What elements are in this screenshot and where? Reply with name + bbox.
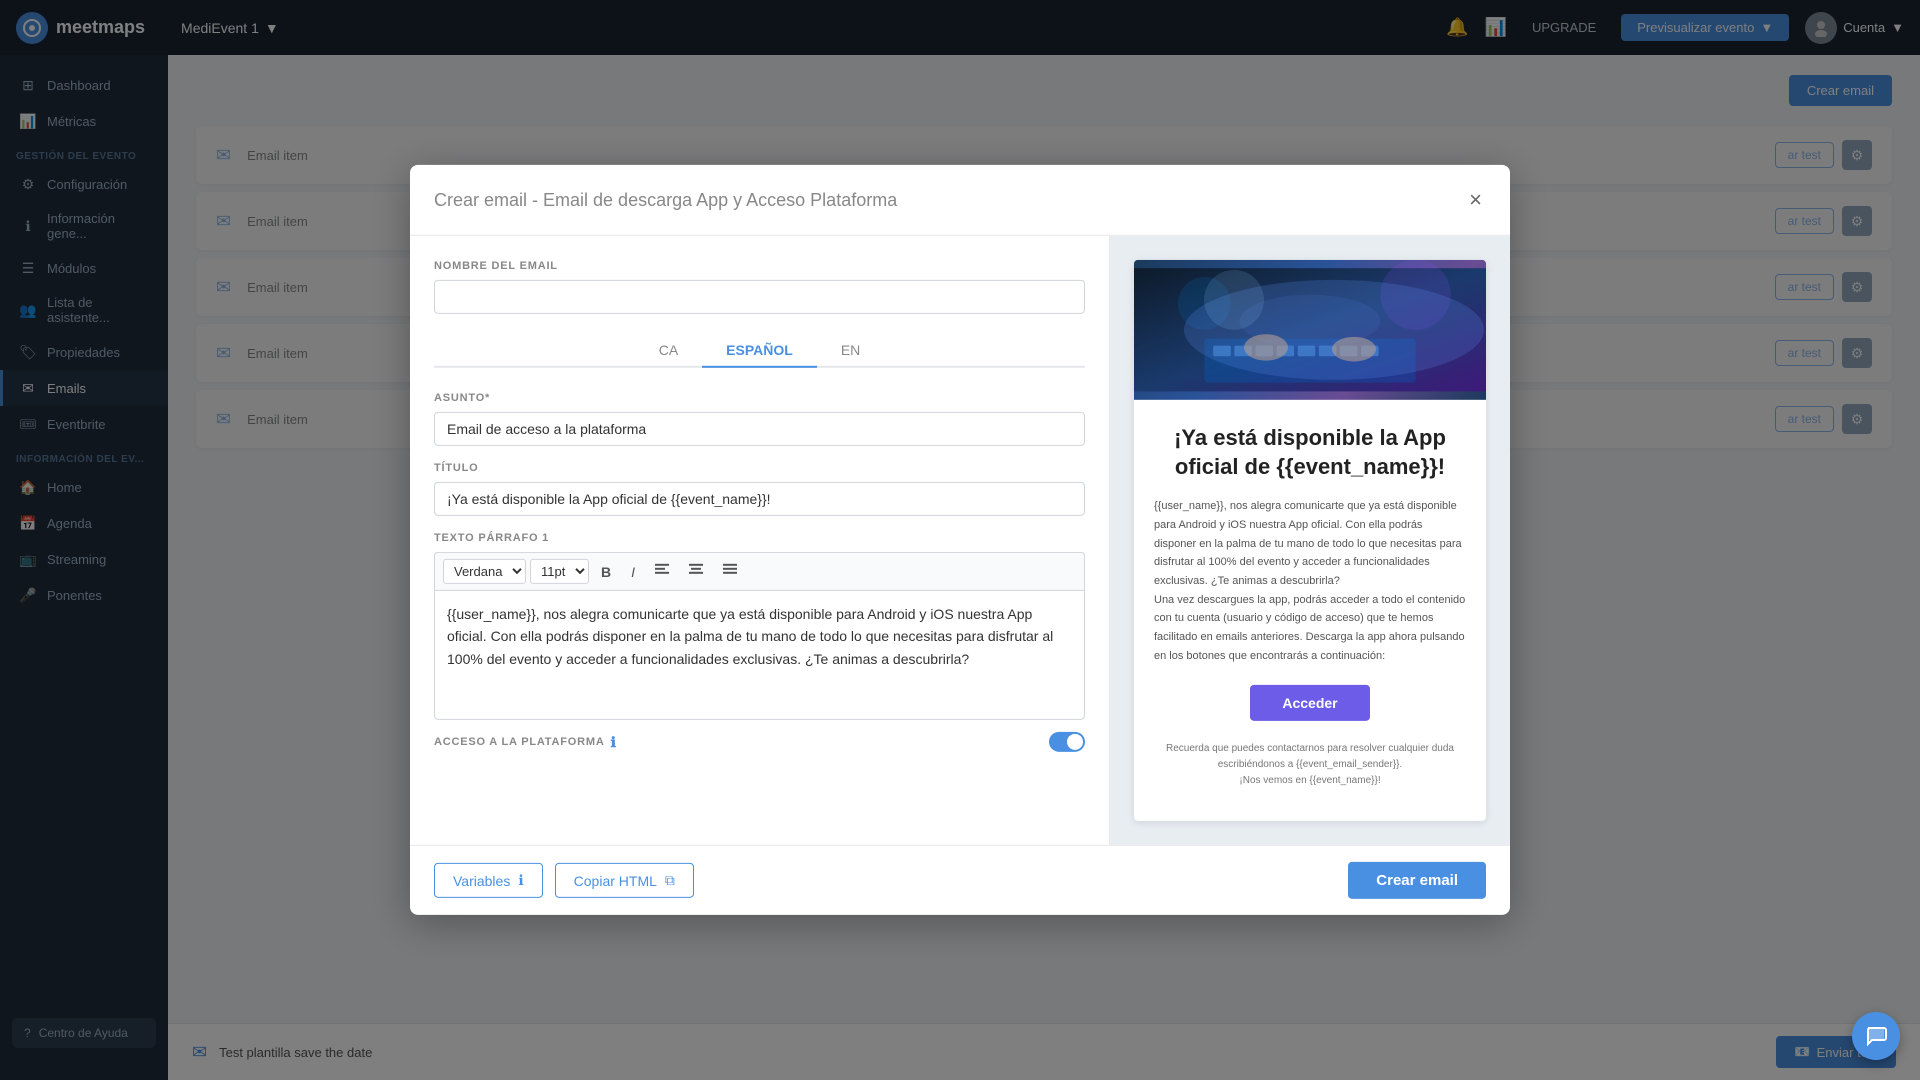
preview-title: ¡Ya está disponible la App oficial de {{…: [1154, 424, 1466, 481]
modal-right-panel: ¡Ya está disponible la App oficial de {{…: [1110, 236, 1510, 845]
copy-icon: ⧉: [665, 872, 675, 889]
align-justify-button[interactable]: [715, 559, 745, 584]
bold-button[interactable]: B: [593, 559, 619, 583]
nombre-input[interactable]: [434, 280, 1085, 314]
preview-body-text: {{user_name}}, nos alegra comunicarte qu…: [1154, 497, 1466, 665]
nombre-label: NOMBRE DEL EMAIL: [434, 260, 1085, 272]
modal-left-panel: NOMBRE DEL EMAIL CA ESPAÑOL EN ASUNTO* T…: [410, 236, 1110, 845]
modal-title: Crear email - Email de descarga App y Ac…: [434, 189, 897, 210]
copiar-html-button[interactable]: Copiar HTML ⧉: [555, 863, 694, 898]
align-left-button[interactable]: [647, 559, 677, 584]
preview-cta-button[interactable]: Acceder: [1250, 685, 1369, 721]
preview-footer: Recuerda que puedes contactarnos para re…: [1154, 741, 1466, 797]
variables-info-icon: ℹ: [518, 872, 523, 889]
font-family-select[interactable]: Verdana: [443, 559, 526, 584]
richtext-toolbar: Verdana 11pt B I: [434, 552, 1085, 590]
footer-left-actions: Variables ℹ Copiar HTML ⧉: [434, 863, 694, 898]
create-email-modal: Crear email - Email de descarga App y Ac…: [410, 165, 1510, 915]
preview-cta-wrap: Acceder: [1154, 685, 1466, 721]
titulo-input[interactable]: [434, 482, 1085, 516]
modal-close-button[interactable]: ×: [1465, 183, 1486, 217]
parrafo-content[interactable]: {{user_name}}, nos alegra comunicarte qu…: [434, 590, 1085, 720]
acceso-row: ACCESO A LA PLATAFORMA ℹ: [434, 732, 1085, 752]
email-preview: ¡Ya está disponible la App oficial de {{…: [1134, 260, 1486, 821]
crear-email-button[interactable]: Crear email: [1348, 862, 1486, 899]
preview-body: ¡Ya está disponible la App oficial de {{…: [1134, 400, 1486, 821]
modal-subtitle: - Email de descarga App y Acceso Platafo…: [527, 189, 897, 209]
variables-button[interactable]: Variables ℹ: [434, 863, 543, 898]
preview-hero-image: [1134, 260, 1486, 400]
asunto-input[interactable]: [434, 412, 1085, 446]
font-size-select[interactable]: 11pt: [530, 559, 589, 584]
modal-header: Crear email - Email de descarga App y Ac…: [410, 165, 1510, 236]
chat-support-button[interactable]: [1852, 1012, 1900, 1060]
modal-footer: Variables ℹ Copiar HTML ⧉ Crear email: [410, 845, 1510, 915]
acceso-label: ACCESO A LA PLATAFORMA ℹ: [434, 733, 617, 750]
titulo-label: TÍTULO: [434, 462, 1085, 474]
tab-espanol[interactable]: ESPAÑOL: [702, 334, 817, 368]
asunto-label: ASUNTO*: [434, 392, 1085, 404]
language-tabs: CA ESPAÑOL EN: [434, 334, 1085, 368]
tab-en[interactable]: EN: [817, 334, 884, 368]
modal-body: NOMBRE DEL EMAIL CA ESPAÑOL EN ASUNTO* T…: [410, 236, 1510, 845]
tab-ca[interactable]: CA: [635, 334, 702, 368]
acceso-info-icon: ℹ: [611, 733, 617, 750]
align-center-button[interactable]: [681, 559, 711, 584]
italic-button[interactable]: I: [623, 559, 643, 583]
parrafo-label: TEXTO PÁRRAFO 1: [434, 532, 1085, 544]
acceso-toggle[interactable]: [1049, 732, 1085, 752]
